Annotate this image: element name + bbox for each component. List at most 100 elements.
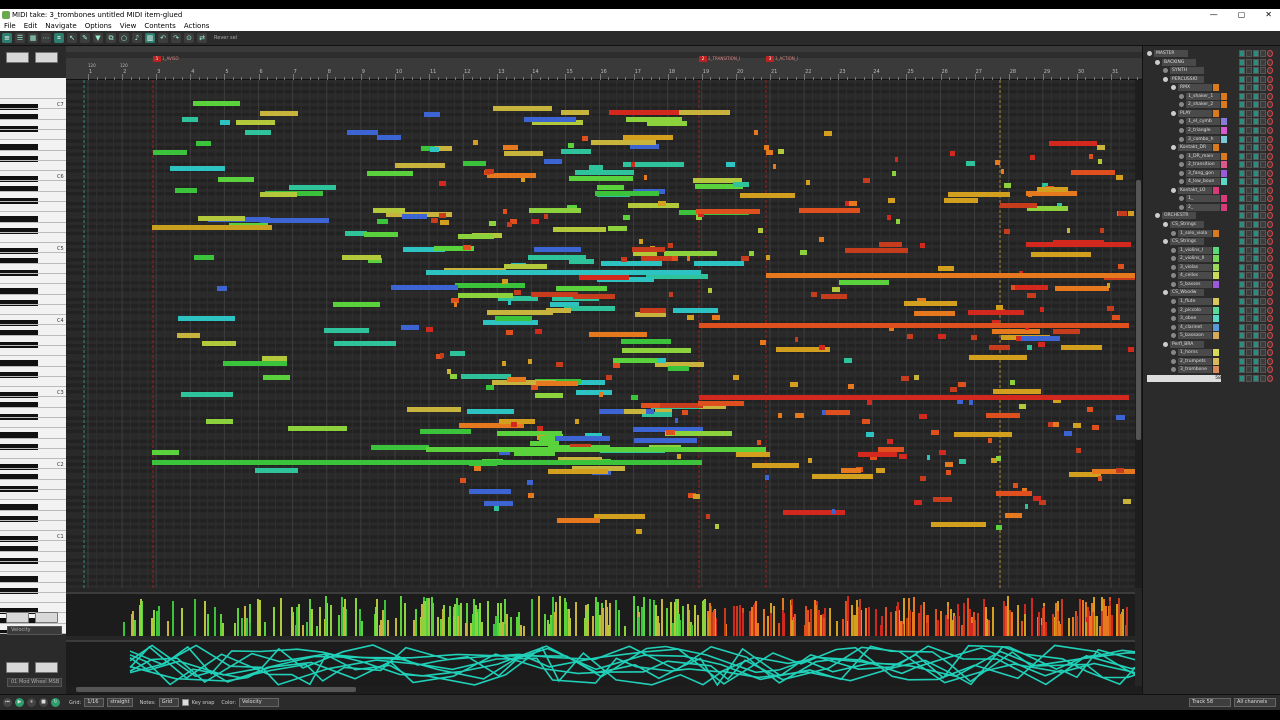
velocity-bar[interactable] bbox=[233, 622, 236, 636]
midi-note[interactable] bbox=[440, 220, 450, 226]
midi-input-icon[interactable] bbox=[1239, 263, 1245, 271]
velocity-bar[interactable] bbox=[324, 596, 327, 636]
midi-note[interactable] bbox=[777, 149, 784, 155]
velocity-bar[interactable] bbox=[653, 599, 656, 636]
midi-note[interactable] bbox=[623, 409, 647, 415]
velocity-bar[interactable] bbox=[523, 625, 526, 636]
velocity-bar[interactable] bbox=[308, 599, 311, 636]
midi-note[interactable] bbox=[431, 217, 438, 223]
midi-note[interactable] bbox=[914, 499, 923, 505]
midi-note[interactable] bbox=[938, 266, 954, 272]
track-visibility-icon[interactable] bbox=[1171, 316, 1176, 322]
velocity-bar[interactable] bbox=[537, 596, 540, 636]
mute-icon[interactable] bbox=[1260, 92, 1266, 100]
mute-icon[interactable] bbox=[1260, 366, 1266, 374]
mute-icon[interactable] bbox=[1260, 58, 1266, 66]
midi-note[interactable] bbox=[236, 120, 275, 126]
velocity-bar[interactable] bbox=[258, 600, 261, 636]
velocity-bar[interactable] bbox=[864, 607, 867, 636]
midi-note[interactable] bbox=[572, 293, 616, 299]
velocity-bar[interactable] bbox=[157, 605, 160, 636]
solo-icon[interactable] bbox=[1246, 101, 1252, 109]
midi-note[interactable] bbox=[453, 302, 457, 308]
midi-note[interactable] bbox=[995, 160, 1000, 166]
midi-note[interactable] bbox=[957, 399, 964, 405]
track-visibility-icon[interactable] bbox=[1171, 247, 1176, 253]
midi-note[interactable] bbox=[739, 193, 796, 199]
midi-input-icon[interactable] bbox=[1239, 297, 1245, 305]
edit-icon[interactable] bbox=[1253, 221, 1259, 228]
velocity-bar[interactable] bbox=[885, 607, 888, 636]
track-visibility-icon[interactable] bbox=[1179, 102, 1184, 108]
midi-note[interactable] bbox=[244, 129, 272, 135]
midi-note[interactable] bbox=[1032, 495, 1042, 501]
midi-note[interactable] bbox=[839, 280, 889, 286]
midi-note[interactable] bbox=[672, 308, 718, 314]
midi-note[interactable] bbox=[333, 302, 381, 308]
velocity-bar[interactable] bbox=[400, 596, 402, 636]
velocity-bar[interactable] bbox=[237, 607, 240, 636]
midi-note[interactable] bbox=[426, 270, 701, 275]
midi-input-icon[interactable] bbox=[1239, 144, 1245, 152]
solo-icon[interactable] bbox=[1246, 263, 1252, 271]
midi-note[interactable] bbox=[483, 500, 513, 506]
solo-icon[interactable] bbox=[1246, 255, 1252, 263]
velocity-bar[interactable] bbox=[608, 624, 611, 636]
mute-icon[interactable] bbox=[1260, 135, 1266, 143]
solo-icon[interactable] bbox=[1246, 357, 1252, 365]
record-arm-icon[interactable] bbox=[1267, 229, 1273, 237]
record-arm-icon[interactable] bbox=[1267, 246, 1273, 254]
midi-note[interactable] bbox=[181, 116, 198, 122]
solo-icon[interactable] bbox=[1246, 109, 1252, 117]
view-mode-button-2[interactable] bbox=[35, 52, 58, 63]
midi-note[interactable] bbox=[666, 430, 675, 436]
velocity-lane-button-2[interactable] bbox=[35, 612, 58, 623]
track-visibility-icon[interactable] bbox=[1179, 179, 1184, 185]
midi-note[interactable] bbox=[176, 333, 201, 339]
solo-icon[interactable] bbox=[1246, 221, 1252, 228]
velocity-bar[interactable] bbox=[423, 600, 426, 636]
midi-input-icon[interactable] bbox=[1239, 349, 1245, 357]
velocity-bar[interactable] bbox=[519, 624, 522, 636]
midi-note[interactable] bbox=[900, 376, 910, 382]
mute-icon[interactable] bbox=[1260, 332, 1266, 340]
midi-note[interactable] bbox=[574, 418, 579, 424]
midi-note[interactable] bbox=[895, 218, 900, 224]
midi-note[interactable] bbox=[473, 139, 478, 145]
midi-note[interactable] bbox=[543, 214, 548, 220]
velocity-bar[interactable] bbox=[735, 606, 738, 636]
velocity-bar[interactable] bbox=[319, 606, 322, 636]
track-visibility-icon[interactable] bbox=[1171, 307, 1176, 313]
midi-note[interactable] bbox=[763, 144, 770, 150]
midi-input-icon[interactable] bbox=[1239, 92, 1245, 100]
velocity-bar[interactable] bbox=[515, 617, 518, 636]
record-arm-icon[interactable] bbox=[1267, 75, 1273, 83]
midi-note[interactable] bbox=[407, 407, 461, 413]
midi-note[interactable] bbox=[527, 492, 535, 498]
velocity-bar[interactable] bbox=[404, 602, 407, 636]
velocity-bar[interactable] bbox=[617, 610, 620, 636]
midi-note[interactable] bbox=[847, 384, 854, 390]
midi-input-icon[interactable] bbox=[1239, 340, 1245, 348]
record-arm-icon[interactable] bbox=[1267, 289, 1273, 297]
velocity-bar[interactable] bbox=[1088, 616, 1091, 636]
edit-icon[interactable] bbox=[1253, 340, 1259, 348]
midi-note[interactable] bbox=[698, 401, 745, 407]
edit-icon[interactable] bbox=[1253, 75, 1259, 83]
record-arm-icon[interactable] bbox=[1267, 315, 1273, 323]
midi-note[interactable] bbox=[795, 413, 805, 419]
velocity-bar[interactable] bbox=[554, 624, 557, 636]
midi-note[interactable] bbox=[995, 525, 1003, 531]
close-button[interactable]: ✕ bbox=[1265, 9, 1272, 21]
folder-toggle-icon[interactable] bbox=[1171, 85, 1176, 91]
record-arm-icon[interactable] bbox=[1267, 118, 1273, 126]
midi-note[interactable] bbox=[594, 514, 645, 520]
minimize-button[interactable]: — bbox=[1210, 9, 1218, 21]
track-name[interactable]: 2_transition bbox=[1186, 161, 1220, 169]
mute-icon[interactable] bbox=[1260, 374, 1266, 382]
menu-file[interactable]: File bbox=[4, 21, 16, 31]
midi-note[interactable] bbox=[699, 395, 1129, 400]
velocity-bar[interactable] bbox=[681, 606, 684, 636]
midi-input-icon[interactable] bbox=[1239, 58, 1245, 66]
velocity-bar[interactable] bbox=[669, 625, 672, 636]
